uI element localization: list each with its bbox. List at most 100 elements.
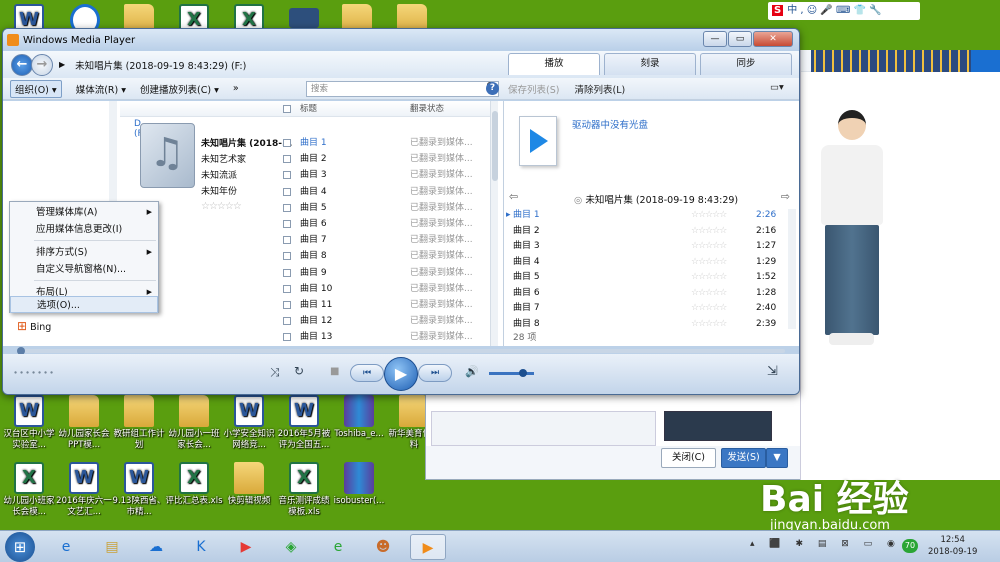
- desktop-icon[interactable]: 小学安全知识网络竞...: [220, 395, 278, 451]
- desktop-icon[interactable]: 幼儿园家长会PPT模...: [55, 395, 113, 451]
- organize-button[interactable]: 组织(O) ▾: [10, 79, 62, 98]
- breadcrumb[interactable]: 未知唱片集 (2018-09-19 8:43:29) (F:): [75, 58, 246, 72]
- desktop-icon[interactable]: 2016年庆六一文艺汇...: [55, 462, 113, 518]
- send-button[interactable]: 发送(S): [721, 448, 766, 468]
- desktop-icon[interactable]: 音乐测评成绩模板.xls: [275, 462, 333, 518]
- desktop-icon[interactable]: 汉台区中小学实验室...: [0, 395, 58, 451]
- playlist-item[interactable]: ▸ 曲目 1 ☆☆☆☆☆ 2:26: [504, 208, 799, 224]
- help-icon[interactable]: ?: [486, 82, 499, 95]
- seek-bar[interactable]: [17, 347, 785, 355]
- desktop-icon[interactable]: isobuster(...: [330, 462, 388, 507]
- play-button[interactable]: ▶: [384, 357, 418, 391]
- menu-item[interactable]: 选项(O)...: [10, 296, 158, 313]
- track-row[interactable]: 曲目 9 已翻录到媒体...: [120, 265, 494, 281]
- menu-item[interactable]: 应用媒体信息更改(I): [10, 221, 158, 238]
- track-row[interactable]: 曲目 13 已翻录到媒体...: [120, 329, 494, 345]
- list-options-icon[interactable]: ▭▾: [770, 82, 784, 93]
- desktop-icon[interactable]: 幼儿园小一班家长会...: [165, 395, 223, 451]
- playlist-scrollbar[interactable]: [788, 209, 796, 329]
- bing-item[interactable]: ⊞ Bing: [17, 319, 51, 333]
- playlist-item-rating[interactable]: ☆☆☆☆☆: [691, 208, 727, 224]
- desktop-icon[interactable]: 快剪辑视频: [220, 462, 278, 507]
- track-checkbox[interactable]: [283, 187, 291, 196]
- menu-item[interactable]: 自定义导航窗格(N)...: [10, 261, 158, 278]
- track-checkbox[interactable]: [283, 203, 291, 212]
- desktop-icon[interactable]: Toshiba_e...: [330, 395, 388, 440]
- playlist-item[interactable]: 曲目 7 ☆☆☆☆☆ 2:40: [504, 301, 799, 317]
- desktop-icon[interactable]: [275, 8, 333, 30]
- desktop-icon[interactable]: 评比汇总表.xls: [165, 462, 223, 507]
- netdisk-taskbar-icon[interactable]: ☁: [138, 534, 174, 560]
- track-checkbox[interactable]: [283, 220, 291, 228]
- tab-sync[interactable]: 同步: [700, 53, 792, 75]
- menu-item[interactable]: 排序方式(S) ▶: [10, 244, 158, 261]
- content-scrollbar[interactable]: [490, 101, 498, 346]
- volume-icon[interactable]: 🔊: [465, 365, 479, 378]
- playlist-item[interactable]: 曲目 3 ☆☆☆☆☆ 1:27: [504, 239, 799, 255]
- menu-item[interactable]: 管理媒体库(A) ▶: [10, 204, 158, 221]
- close-button[interactable]: ✕: [753, 31, 793, 47]
- minimize-button[interactable]: —: [703, 31, 727, 47]
- desktop-icon[interactable]: 教研组工作计划: [110, 395, 168, 451]
- playlist-item-rating[interactable]: ☆☆☆☆☆: [691, 224, 727, 240]
- track-checkbox[interactable]: [283, 236, 291, 245]
- green-app-taskbar-icon[interactable]: ◈: [273, 534, 309, 560]
- track-row[interactable]: 曲目 6 已翻录到媒体...: [120, 216, 494, 232]
- desktop-icon[interactable]: 2016年5月被评为全国五...: [275, 395, 333, 451]
- clear-list-button[interactable]: 清除列表(L): [574, 85, 625, 96]
- track-row[interactable]: 曲目 3 已翻录到媒体...: [120, 167, 494, 183]
- playlist-item[interactable]: 曲目 5 ☆☆☆☆☆ 1:52: [504, 270, 799, 286]
- shuffle-button[interactable]: ⤨: [270, 365, 280, 380]
- tab-burn[interactable]: 刻录: [604, 53, 696, 75]
- start-button[interactable]: ⊞: [5, 532, 35, 562]
- track-checkbox[interactable]: [283, 317, 291, 326]
- maximize-button[interactable]: ▭: [728, 31, 752, 47]
- playlist-item-rating[interactable]: ☆☆☆☆☆: [691, 317, 727, 333]
- baidu-cloud-icon[interactable]: [971, 50, 1000, 72]
- track-checkbox[interactable]: [283, 139, 291, 147]
- previous-button[interactable]: ⏮: [350, 364, 384, 382]
- playlist-item-rating[interactable]: ☆☆☆☆☆: [691, 239, 727, 255]
- more-button[interactable]: »: [233, 83, 239, 94]
- track-checkbox[interactable]: [283, 333, 291, 342]
- track-checkbox[interactable]: [283, 252, 291, 261]
- send-options-button[interactable]: ▼: [766, 448, 788, 468]
- playlist-item-rating[interactable]: ☆☆☆☆☆: [691, 255, 727, 271]
- desktop-icon[interactable]: 9.13陕西省、市精...: [110, 462, 168, 518]
- track-row[interactable]: 曲目 1 已翻录到媒体...: [120, 135, 494, 151]
- create-playlist-button[interactable]: 创建播放列表(C) ▾: [140, 82, 219, 96]
- k-app-taskbar-icon[interactable]: K: [183, 534, 219, 560]
- chat-close-button[interactable]: 关闭(C): [661, 448, 716, 468]
- explorer-taskbar-icon[interactable]: ▤: [94, 534, 130, 560]
- track-row[interactable]: 曲目 8 已翻录到媒体...: [120, 248, 494, 264]
- ime-toolbar[interactable]: S中 , ☺ 🎤 ⌨ 👕 🔧: [768, 2, 920, 20]
- search-input[interactable]: 搜索: [306, 80, 499, 97]
- switch-to-now-playing-button[interactable]: ⇲: [767, 364, 778, 379]
- stop-button[interactable]: ■: [330, 366, 339, 377]
- back-button[interactable]: ←: [11, 53, 33, 76]
- track-checkbox[interactable]: [283, 284, 291, 293]
- thumbnail-1[interactable]: [431, 411, 656, 446]
- track-checkbox[interactable]: [283, 268, 291, 277]
- track-row[interactable]: 曲目 4 已翻录到媒体...: [120, 184, 494, 200]
- next-list-arrow-icon[interactable]: ⇨: [781, 190, 790, 203]
- column-title[interactable]: 标题: [300, 101, 318, 117]
- ime-lang[interactable]: 中: [787, 5, 797, 16]
- video-taskbar-icon[interactable]: ▶: [228, 534, 264, 560]
- track-row[interactable]: 曲目 5 已翻录到媒体...: [120, 200, 494, 216]
- tray-badge[interactable]: 70: [902, 539, 918, 553]
- playlist-item-rating[interactable]: ☆☆☆☆☆: [691, 286, 727, 302]
- playlist-item[interactable]: 曲目 6 ☆☆☆☆☆ 1:28: [504, 286, 799, 302]
- select-all-checkbox[interactable]: [283, 105, 291, 113]
- volume-slider[interactable]: [489, 369, 534, 377]
- browser-taskbar-icon[interactable]: e: [320, 534, 356, 560]
- track-checkbox[interactable]: [283, 155, 291, 164]
- track-checkbox[interactable]: [283, 171, 291, 180]
- tab-play[interactable]: 播放: [508, 53, 600, 75]
- ie-taskbar-icon[interactable]: e: [48, 534, 84, 560]
- thumbnail-2[interactable]: [664, 411, 772, 441]
- track-row[interactable]: 曲目 11 已翻录到媒体...: [120, 297, 494, 313]
- track-row[interactable]: 曲目 10 已翻录到媒体...: [120, 281, 494, 297]
- playlist-item[interactable]: 曲目 8 ☆☆☆☆☆ 2:39: [504, 317, 799, 333]
- save-list-button[interactable]: 保存列表(S): [508, 85, 559, 96]
